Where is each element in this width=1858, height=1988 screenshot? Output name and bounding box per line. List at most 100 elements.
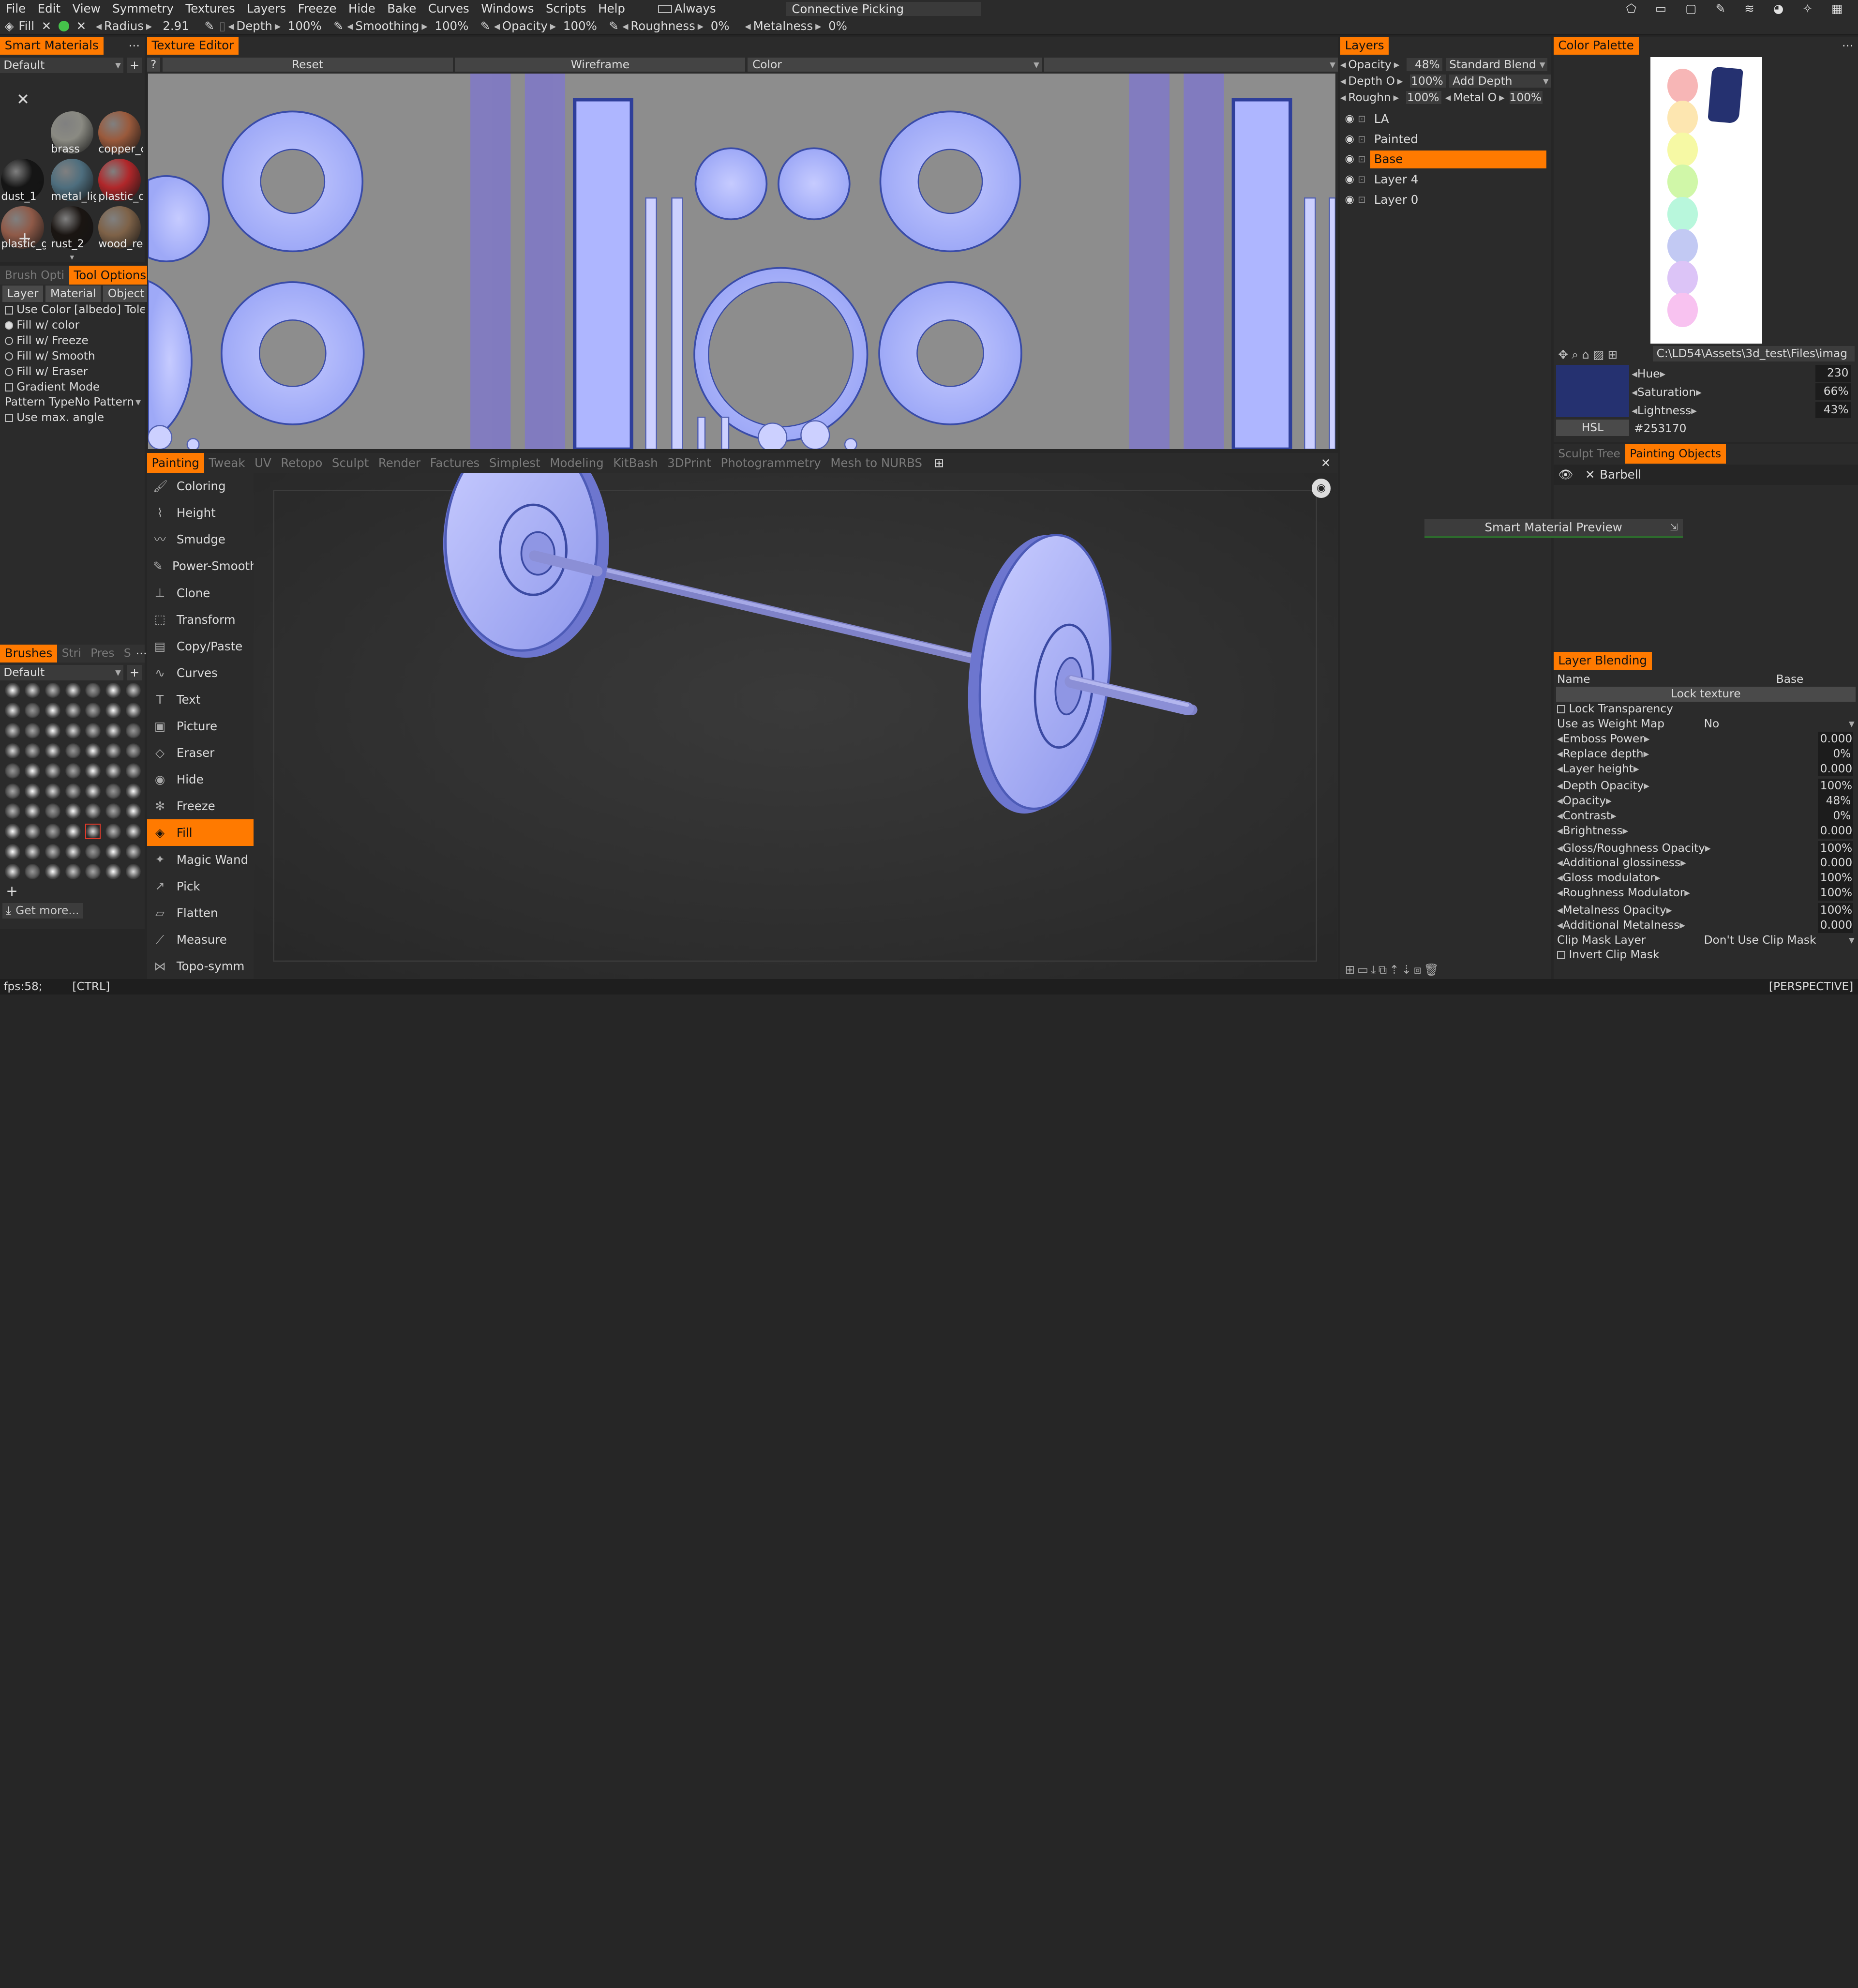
blend-prop-row[interactable]: ◂Opacity▸ 48% bbox=[1554, 794, 1858, 809]
lock-icon[interactable]: ⊡ bbox=[1358, 109, 1365, 129]
lock-transparency-row[interactable]: Lock Transparency bbox=[1554, 702, 1858, 717]
tab-painting-objects[interactable]: Painting Objects bbox=[1625, 444, 1726, 464]
wand-icon[interactable]: ✧ bbox=[1797, 0, 1818, 18]
brush-thumb[interactable] bbox=[25, 864, 41, 880]
pattern-value[interactable]: No Pattern bbox=[75, 395, 134, 408]
smoothing-value[interactable]: 100% bbox=[431, 17, 472, 35]
brush-thumb[interactable] bbox=[65, 682, 81, 698]
clip-mask-value[interactable]: Don't Use Clip Mask bbox=[1704, 933, 1816, 948]
blend-mode-dropdown[interactable]: Standard Blend ▾ bbox=[1445, 58, 1548, 71]
brush-thumb[interactable] bbox=[25, 803, 41, 819]
uv-canvas[interactable] bbox=[148, 73, 1335, 450]
more-icon[interactable]: ··· bbox=[135, 647, 147, 661]
room-tab-sculpt[interactable]: Sculpt bbox=[327, 453, 374, 473]
add-icon[interactable]: + bbox=[127, 664, 142, 680]
blend-prop-value[interactable]: 100% bbox=[1817, 779, 1854, 794]
object-row[interactable]: 👁 ✕ Barbell bbox=[1553, 464, 1858, 485]
saturation-row[interactable]: ◂Saturation▸ 66% bbox=[1632, 383, 1856, 402]
blend-prop-value[interactable]: 48% bbox=[1817, 794, 1854, 809]
stripes-icon[interactable]: ≋ bbox=[1738, 0, 1760, 18]
always-toggle[interactable]: Always bbox=[652, 0, 722, 18]
layer-row[interactable]: ◉ ⊡ LA bbox=[1340, 109, 1551, 129]
brush-thumb[interactable] bbox=[25, 783, 41, 799]
tab-brushes[interactable]: Brushes bbox=[0, 645, 57, 663]
brush-thumb[interactable] bbox=[85, 843, 101, 859]
eye-icon[interactable]: ◉ bbox=[1345, 149, 1354, 169]
remove-icon[interactable]: ✕ bbox=[16, 90, 30, 108]
tool-clone[interactable]: ⊥ Clone bbox=[147, 580, 254, 606]
tab-tool-options[interactable]: Tool Options bbox=[69, 265, 151, 285]
tool-transform[interactable]: ⬚ Transform bbox=[147, 606, 254, 633]
layer-row[interactable]: ◉ ⊡ Layer 4 bbox=[1340, 169, 1551, 190]
palette-canvas[interactable] bbox=[1650, 57, 1762, 344]
brush-thumb[interactable] bbox=[105, 803, 121, 819]
layer-name-value[interactable]: Base bbox=[1776, 672, 1804, 687]
radius-value[interactable]: 2.91 bbox=[159, 17, 193, 35]
fill-option[interactable]: Fill w/ Eraser bbox=[0, 364, 145, 379]
add-icon[interactable]: + bbox=[127, 57, 142, 73]
tool-picture[interactable]: ▣ Picture bbox=[147, 713, 254, 739]
roughness-value[interactable]: 0% bbox=[707, 17, 733, 35]
brush-thumb[interactable] bbox=[45, 703, 60, 719]
palette-swatch[interactable] bbox=[1667, 228, 1698, 263]
brush-thumb[interactable] bbox=[65, 763, 81, 779]
clip-mask-row[interactable]: Clip Mask Layer Don't Use Clip Mask ▾ bbox=[1554, 933, 1858, 948]
always-checkbox[interactable] bbox=[658, 4, 672, 13]
subtab-layer[interactable]: Layer bbox=[2, 286, 44, 302]
fill-option[interactable]: Fill w/ Smooth bbox=[0, 348, 145, 364]
palette-swatch[interactable] bbox=[1667, 69, 1698, 104]
brush-thumb[interactable] bbox=[65, 864, 81, 880]
lightness-row[interactable]: ◂Lightness▸ 43% bbox=[1632, 402, 1856, 420]
palette-swatch[interactable] bbox=[1667, 196, 1698, 231]
tool-measure[interactable]: ⟋ Measure bbox=[147, 926, 254, 953]
brush-thumb[interactable] bbox=[85, 803, 101, 819]
brush-thumb[interactable] bbox=[105, 743, 121, 759]
lock-icon[interactable]: ⊡ bbox=[1358, 169, 1365, 190]
brush-thumb[interactable] bbox=[85, 783, 101, 799]
wireframe-button[interactable]: Wireframe bbox=[455, 57, 746, 72]
brush-thumb[interactable] bbox=[85, 723, 101, 738]
rectangle-icon[interactable]: ▢ bbox=[1679, 0, 1703, 18]
palette-swatch[interactable] bbox=[1667, 292, 1698, 327]
green-dot-icon[interactable] bbox=[58, 21, 70, 32]
brushes-preset[interactable]: Default ▾ bbox=[0, 664, 123, 680]
blend-prop-value[interactable]: 0% bbox=[1817, 809, 1854, 824]
metalness-value[interactable]: 0% bbox=[825, 17, 851, 35]
brush-thumb[interactable] bbox=[125, 763, 141, 779]
tool-freeze[interactable]: ✻ Freeze bbox=[147, 793, 254, 819]
layer-row[interactable]: ◉ ⊡ Painted bbox=[1340, 129, 1551, 150]
blend-prop-value[interactable]: 0.000 bbox=[1817, 761, 1854, 777]
brush-thumb[interactable] bbox=[125, 682, 141, 698]
tool-copy-paste[interactable]: ▤ Copy/Paste bbox=[147, 633, 254, 660]
blend-prop-value[interactable]: 100% bbox=[1817, 903, 1854, 918]
brush-thumb[interactable] bbox=[45, 783, 60, 799]
move-down-icon[interactable]: ⇣ bbox=[1402, 963, 1412, 977]
more-icon[interactable]: ··· bbox=[1842, 39, 1853, 53]
brush-cross-icon[interactable]: ✎ bbox=[1709, 0, 1731, 18]
tool-curves[interactable]: ∿ Curves bbox=[147, 660, 254, 686]
use-color-row[interactable]: Use Color [albedo] Tole bbox=[0, 302, 145, 317]
palette-swatch[interactable] bbox=[1667, 165, 1698, 199]
tab-brush-options[interactable]: Brush Opti bbox=[0, 266, 69, 285]
camera-icon[interactable]: ◉ bbox=[1312, 479, 1331, 498]
blend-prop-row[interactable]: ◂Brightness▸ 0.000 bbox=[1554, 823, 1858, 839]
brush-thumb[interactable] bbox=[25, 703, 41, 719]
duplicate-icon[interactable]: ⧉ bbox=[1379, 963, 1387, 977]
blend-prop-row[interactable]: ◂Gloss modulator▸ 100% bbox=[1554, 871, 1858, 886]
lock-icon[interactable]: ⊡ bbox=[1358, 129, 1365, 150]
delete-icon[interactable]: 🗑 bbox=[1423, 963, 1438, 977]
pentagon-icon[interactable]: ⬠ bbox=[1620, 0, 1642, 18]
depth-value[interactable]: 100% bbox=[284, 17, 325, 35]
brush-thumb[interactable] bbox=[4, 864, 20, 880]
fill-option[interactable]: Fill w/ color bbox=[0, 317, 145, 333]
blend-prop-row[interactable]: ◂Additional Metalness▸ 0.000 bbox=[1554, 918, 1858, 933]
room-tab-factures[interactable]: Factures bbox=[425, 453, 484, 473]
palette-swatch[interactable] bbox=[1667, 260, 1698, 295]
brush-thumb[interactable] bbox=[125, 864, 141, 880]
add-swatch-icon[interactable]: ⊞ bbox=[1608, 347, 1618, 361]
brush-thumb[interactable] bbox=[65, 824, 81, 839]
help-button[interactable]: ? bbox=[147, 57, 160, 72]
reset-button[interactable]: Reset bbox=[162, 57, 453, 72]
brush-thumb[interactable] bbox=[4, 723, 20, 738]
lock-icon[interactable]: ⊡ bbox=[1358, 190, 1365, 210]
